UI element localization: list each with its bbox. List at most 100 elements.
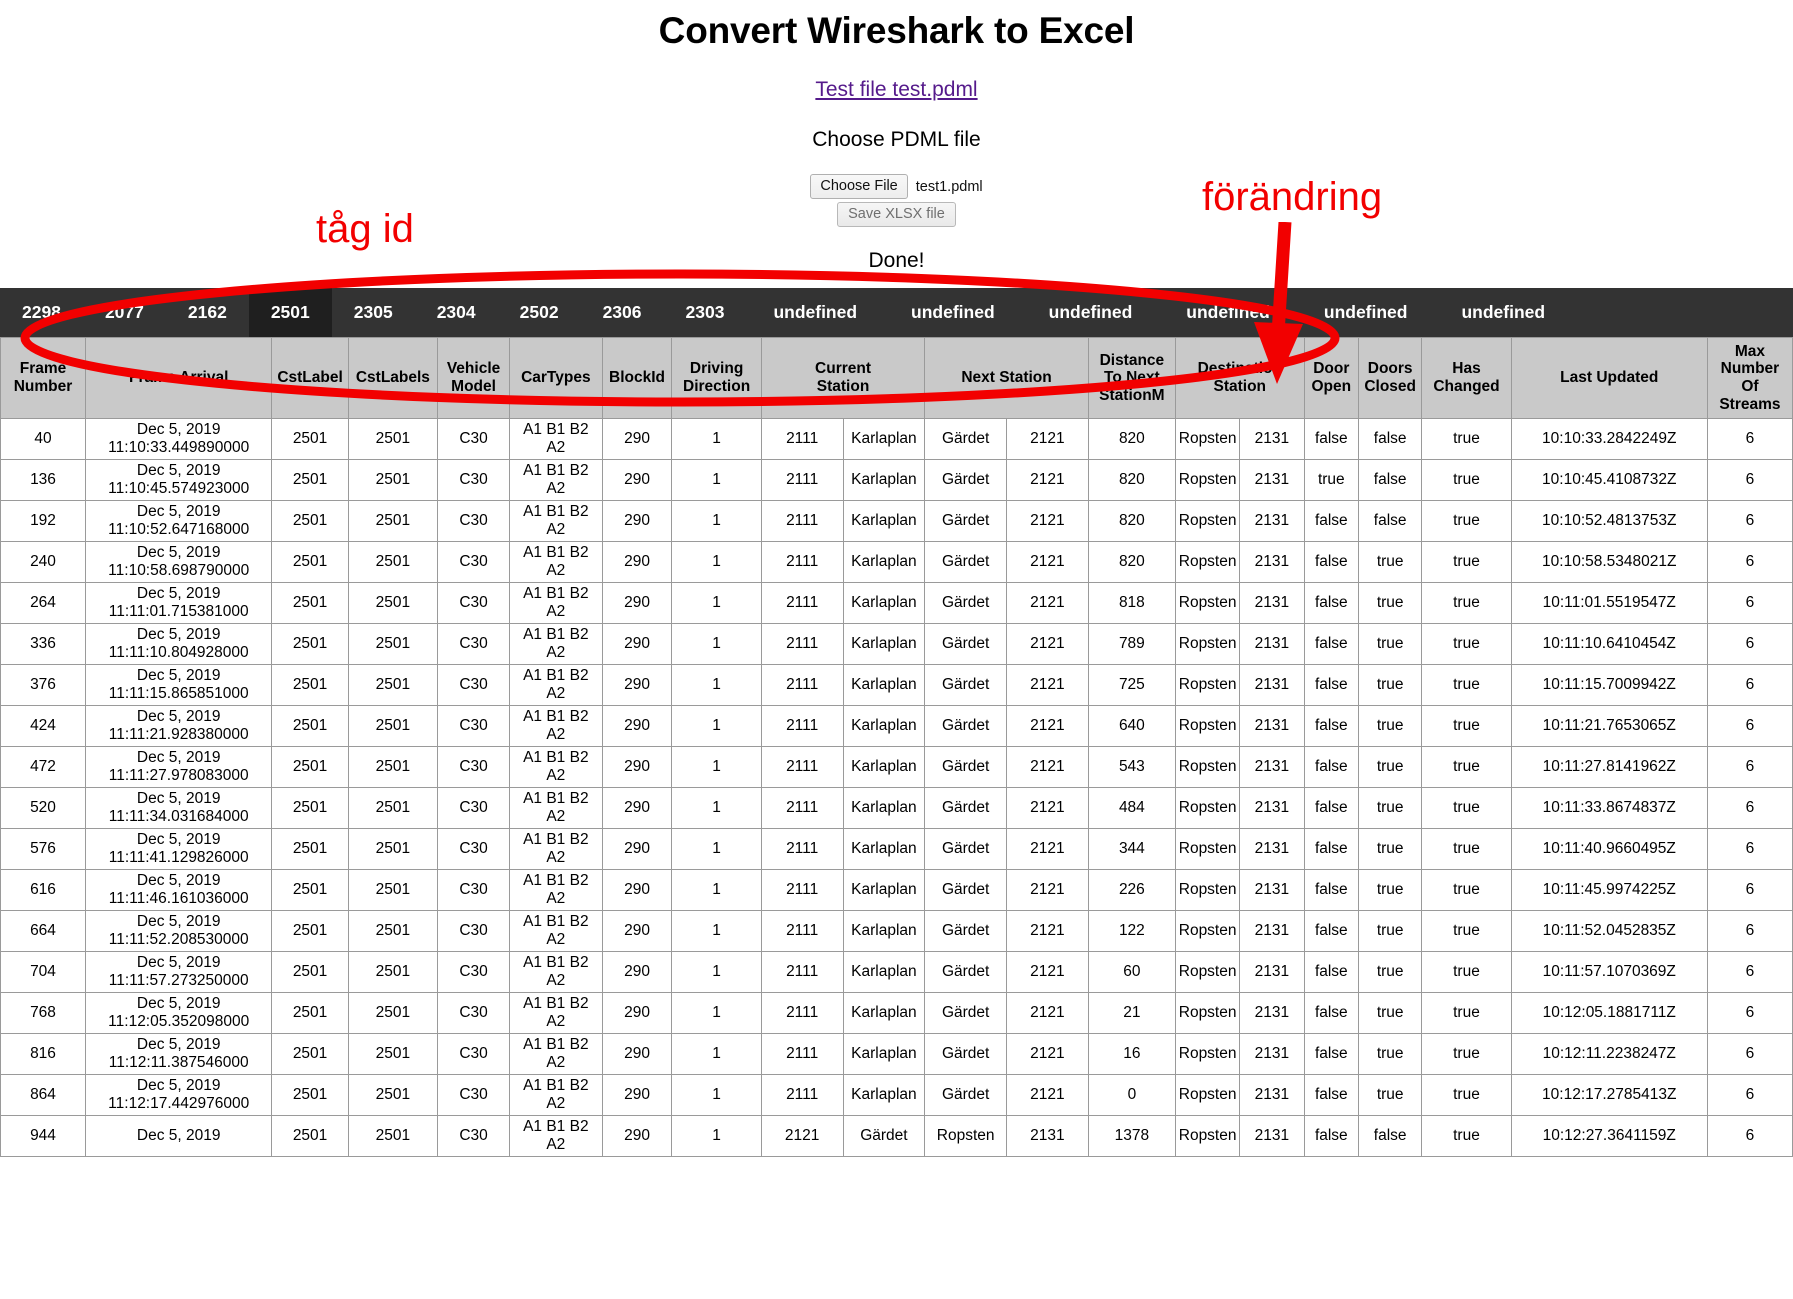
cell-block-id: 290 xyxy=(601,828,673,870)
cell-block-id: 290 xyxy=(601,541,673,583)
cell-has-changed: true xyxy=(1421,500,1512,542)
cell-has-changed: true xyxy=(1421,992,1512,1034)
cell-current-station: Karlaplan xyxy=(842,1074,926,1116)
tab-undefined-12[interactable]: undefined xyxy=(1159,288,1297,337)
cell-frame-number: 664 xyxy=(0,910,87,952)
cell-next-station: Gärdet xyxy=(924,869,1008,911)
cell-has-changed: true xyxy=(1421,418,1512,460)
cell-cst-label: 2501 xyxy=(271,1033,349,1075)
cell-frame-arrival: Dec 5, 2019 11:11:57.273250000 xyxy=(85,951,273,993)
table-row: 192 Dec 5, 2019 11:10:52.647168000 2501 2501… xyxy=(0,500,1793,542)
tab-undefined-13[interactable]: undefined xyxy=(1297,288,1435,337)
cell-car-types: A1 B1 B2 A2 xyxy=(509,1033,603,1075)
cell-max-streams: 6 xyxy=(1706,1033,1793,1075)
cell-frame-arrival: Dec 5, 2019 11:10:58.698790000 xyxy=(85,541,273,583)
cell-last-updated: 10:11:01.5519547Z xyxy=(1510,582,1708,624)
cell-doors-closed: true xyxy=(1358,541,1423,583)
cell-destination-station-id: 2131 xyxy=(1239,992,1305,1034)
cell-doors-closed: true xyxy=(1358,787,1423,829)
cell-last-updated: 10:10:45.4108732Z xyxy=(1510,459,1708,501)
cell-car-types: A1 B1 B2 A2 xyxy=(509,992,603,1034)
cell-current-station-id: 2111 xyxy=(760,828,844,870)
cell-destination-station: Ropsten xyxy=(1174,992,1241,1034)
cell-cst-label: 2501 xyxy=(271,869,349,911)
tab-2501-3[interactable]: 2501 xyxy=(248,288,332,337)
cell-max-streams: 6 xyxy=(1706,951,1793,993)
tab-2304-5[interactable]: 2304 xyxy=(415,288,498,337)
tab-2303-8[interactable]: 2303 xyxy=(664,288,747,337)
tab-undefined-11[interactable]: undefined xyxy=(1022,288,1160,337)
cell-door-open: false xyxy=(1303,623,1360,665)
tab-2305-4[interactable]: 2305 xyxy=(332,288,415,337)
table-header-row: Frame Number Frame Arrival CstLabel CstLabel… xyxy=(0,337,1793,419)
cell-cst-label: 2501 xyxy=(271,418,349,460)
cell-last-updated: 10:12:11.2238247Z xyxy=(1510,1033,1708,1075)
cell-destination-station: Ropsten xyxy=(1174,1074,1241,1116)
cell-block-id: 290 xyxy=(601,418,673,460)
cell-vehicle-model: C30 xyxy=(437,910,511,952)
cell-last-updated: 10:10:33.2842249Z xyxy=(1510,418,1708,460)
cell-destination-station: Ropsten xyxy=(1174,787,1241,829)
cell-cst-labels: 2501 xyxy=(347,418,439,460)
cell-has-changed: true xyxy=(1421,1033,1512,1075)
cell-current-station: Karlaplan xyxy=(842,787,926,829)
cell-doors-closed: true xyxy=(1358,869,1423,911)
cell-next-station-id: 2121 xyxy=(1006,910,1089,952)
train-id-tabbar[interactable]: 2298 2077 2162 2501 2305 2304 2502 2306 2303 unde… xyxy=(0,288,1793,337)
cell-cst-labels: 2501 xyxy=(347,541,439,583)
cell-driving-direction: 1 xyxy=(671,992,762,1034)
cell-cst-labels: 2501 xyxy=(347,869,439,911)
choose-file-button[interactable]: Choose File xyxy=(810,174,908,200)
packet-table: Frame Number Frame Arrival CstLabel CstLabel… xyxy=(0,337,1793,1157)
tab-2502-6[interactable]: 2502 xyxy=(498,288,581,337)
cell-next-station-id: 2121 xyxy=(1006,787,1089,829)
cell-has-changed: true xyxy=(1421,705,1512,747)
tab-undefined-9[interactable]: undefined xyxy=(746,288,884,337)
tab-2306-7[interactable]: 2306 xyxy=(581,288,664,337)
tab-undefined-14[interactable]: undefined xyxy=(1434,288,1572,337)
cell-vehicle-model: C30 xyxy=(437,828,511,870)
cell-door-open: false xyxy=(1303,951,1360,993)
cell-destination-station-id: 2131 xyxy=(1239,1033,1305,1075)
cell-frame-arrival: Dec 5, 2019 11:12:11.387546000 xyxy=(85,1033,273,1075)
page-root: Convert Wireshark to Excel Test file tes… xyxy=(0,0,1793,1299)
cell-block-id: 290 xyxy=(601,500,673,542)
tab-2162-2[interactable]: 2162 xyxy=(166,288,249,337)
test-file-link[interactable]: Test file test.pdml xyxy=(815,78,977,101)
column-header-vehicle-model: Vehicle Model xyxy=(437,337,511,419)
tab-2298-0[interactable]: 2298 xyxy=(0,288,83,337)
cell-destination-station: Ropsten xyxy=(1174,1033,1241,1075)
cell-distance-to-next: 543 xyxy=(1087,746,1176,788)
choose-pdml-label: Choose PDML file xyxy=(812,128,981,151)
column-header-last-updated: Last Updated xyxy=(1510,337,1708,419)
cell-has-changed: true xyxy=(1421,1074,1512,1116)
cell-current-station-id: 2111 xyxy=(760,746,844,788)
column-header-door-open: Door Open xyxy=(1303,337,1360,419)
cell-next-station-id: 2121 xyxy=(1006,500,1089,542)
cell-frame-number: 944 xyxy=(0,1115,87,1157)
cell-driving-direction: 1 xyxy=(671,910,762,952)
cell-block-id: 290 xyxy=(601,951,673,993)
cell-car-types: A1 B1 B2 A2 xyxy=(509,582,603,624)
cell-current-station-id: 2111 xyxy=(760,500,844,542)
cell-destination-station: Ropsten xyxy=(1174,418,1241,460)
cell-max-streams: 6 xyxy=(1706,582,1793,624)
cell-next-station: Ropsten xyxy=(924,1115,1008,1157)
cell-next-station-id: 2121 xyxy=(1006,582,1089,624)
cell-next-station-id: 2121 xyxy=(1006,869,1089,911)
cell-next-station-id: 2121 xyxy=(1006,1074,1089,1116)
cell-has-changed: true xyxy=(1421,951,1512,993)
tab-undefined-10[interactable]: undefined xyxy=(884,288,1022,337)
cell-frame-number: 424 xyxy=(0,705,87,747)
cell-next-station: Gärdet xyxy=(924,951,1008,993)
cell-next-station: Gärdet xyxy=(924,664,1008,706)
tab-2077-1[interactable]: 2077 xyxy=(83,288,166,337)
cell-current-station: Karlaplan xyxy=(842,623,926,665)
cell-door-open: false xyxy=(1303,787,1360,829)
table-body: 40 Dec 5, 2019 11:10:33.449890000 2501 2501 C… xyxy=(0,418,1793,1157)
save-xlsx-button[interactable]: Save XLSX file xyxy=(837,202,956,228)
table-row: 264 Dec 5, 2019 11:11:01.715381000 2501 2501… xyxy=(0,582,1793,624)
cell-car-types: A1 B1 B2 A2 xyxy=(509,705,603,747)
cell-current-station: Karlaplan xyxy=(842,992,926,1034)
cell-destination-station-id: 2131 xyxy=(1239,1074,1305,1116)
